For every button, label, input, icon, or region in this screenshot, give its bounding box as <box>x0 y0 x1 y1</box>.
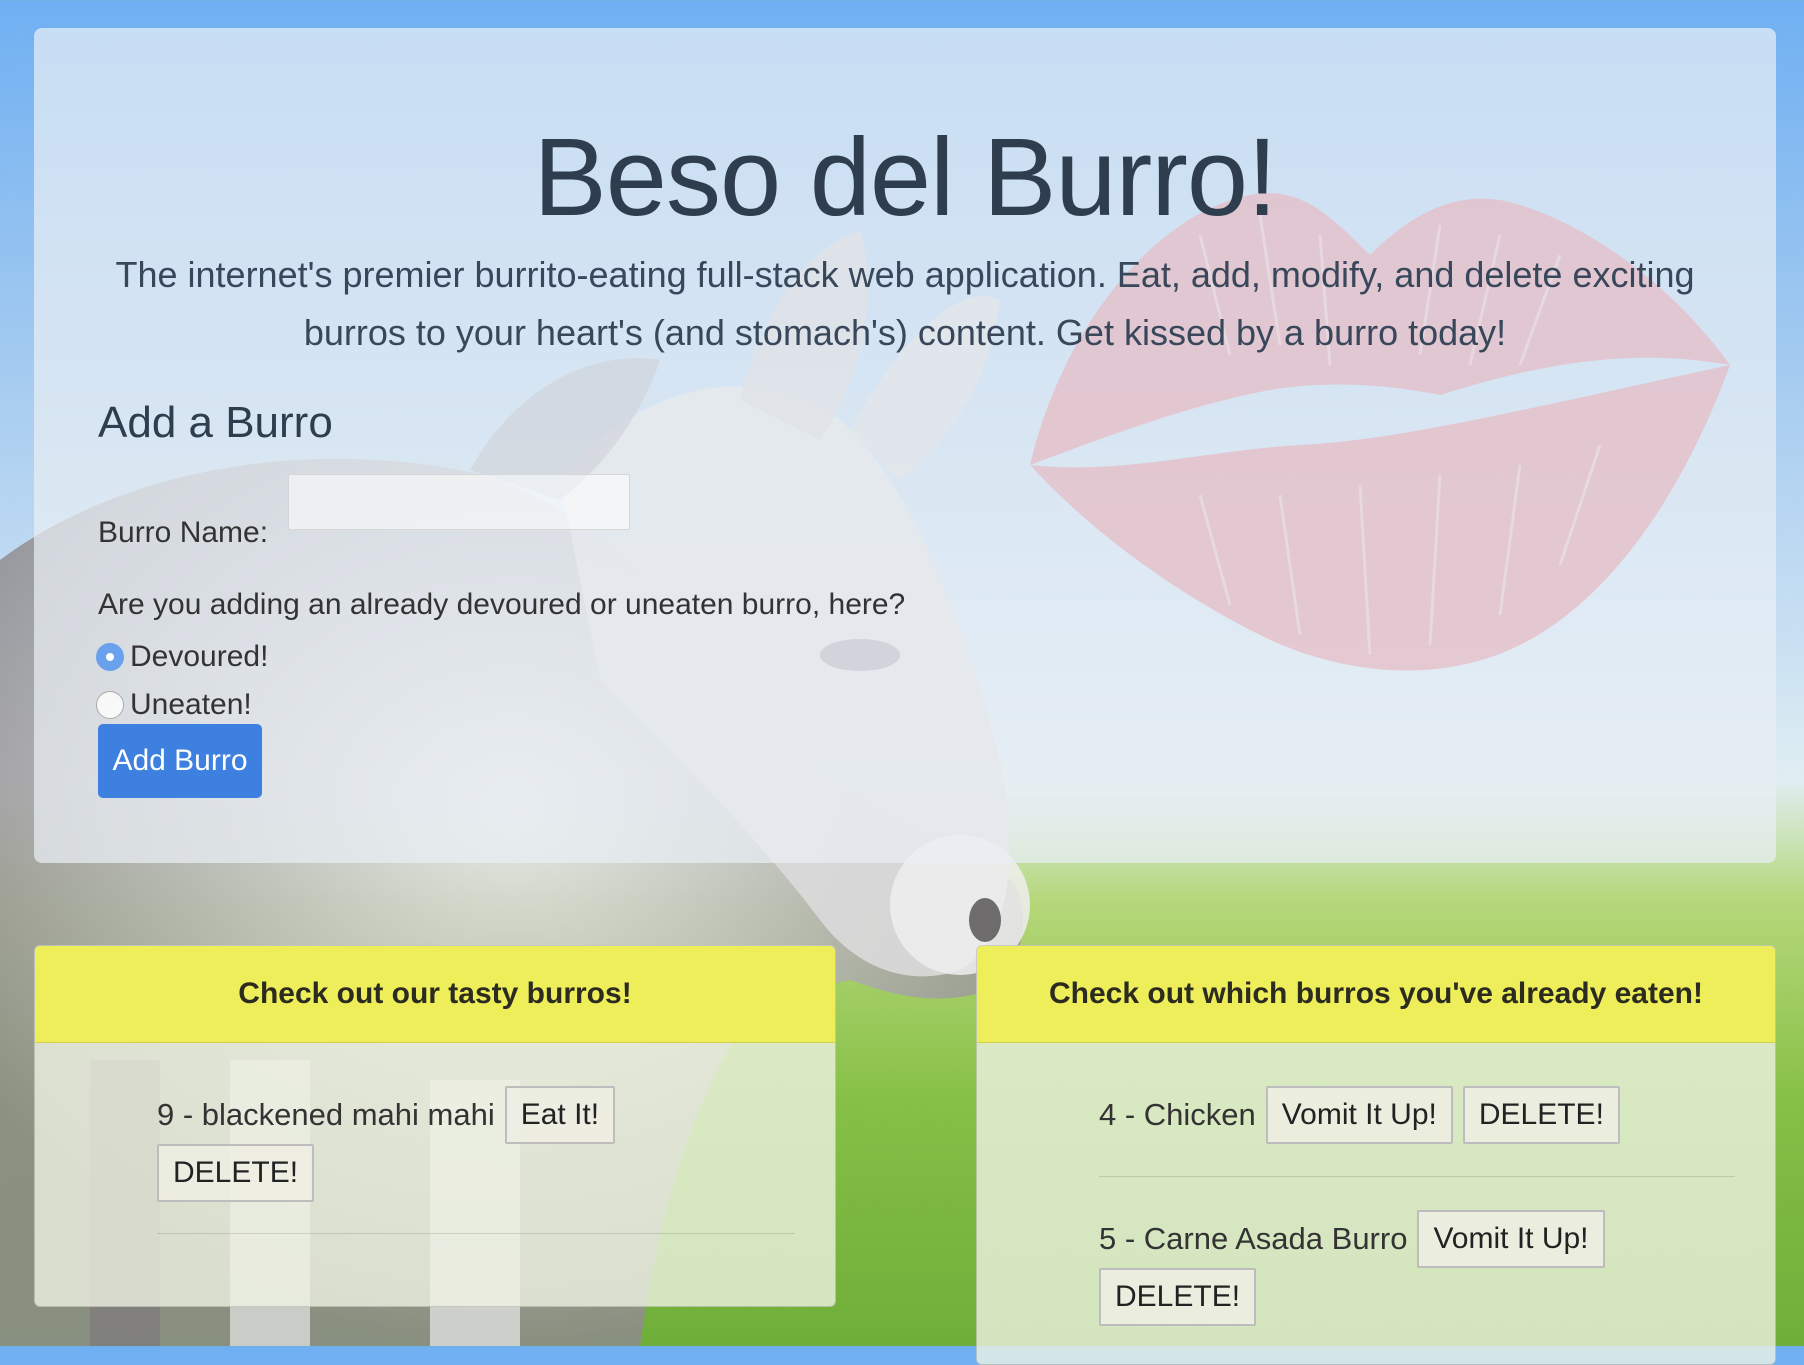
radio-devoured-label: Devoured! <box>130 640 269 673</box>
burro-name-input[interactable] <box>288 474 630 530</box>
vomit-it-up-button[interactable]: Vomit It Up! <box>1265 1086 1453 1144</box>
radio-option-devoured[interactable]: Devoured! <box>96 640 268 674</box>
add-burro-heading: Add a Burro <box>98 398 333 447</box>
uneaten-card-heading: Check out our tasty burros! <box>35 946 835 1043</box>
item-divider <box>157 1233 795 1234</box>
page-lead: The internet's premier burrito-eating fu… <box>115 254 1695 353</box>
eaten-card-heading: Check out which burros you've already ea… <box>977 946 1775 1043</box>
list-item: 9 - blackened mahi mahi Eat It! DELETE! <box>157 1086 616 1202</box>
delete-button[interactable]: DELETE! <box>157 1144 315 1202</box>
delete-button[interactable]: DELETE! <box>1462 1086 1620 1144</box>
jumbotron: Beso del Burro! The internet's premier b… <box>34 28 1776 863</box>
eaten-burros-card: Check out which burros you've already ea… <box>976 945 1776 1365</box>
radio-uneaten-label: Uneaten! <box>130 688 252 721</box>
page-title: Beso del Burro! <box>533 116 1277 239</box>
devoured-question: Are you adding an already devoured or un… <box>98 588 906 621</box>
add-burro-button[interactable]: Add Burro <box>98 724 262 798</box>
delete-button[interactable]: DELETE! <box>1099 1268 1257 1326</box>
radio-devoured[interactable] <box>96 643 124 671</box>
radio-uneaten[interactable] <box>96 691 124 719</box>
radio-option-uneaten[interactable]: Uneaten! <box>96 688 252 722</box>
item-divider <box>1099 1176 1735 1177</box>
burro-name-label: Burro Name: <box>98 516 269 549</box>
uneaten-burros-card: Check out our tasty burros! 9 - blackene… <box>34 945 836 1307</box>
burro-item-text: 9 - blackened mahi mahi <box>157 1097 495 1132</box>
list-item: 5 - Carne Asada Burro Vomit It Up! DELET… <box>1099 1210 1605 1326</box>
eat-it-button[interactable]: Eat It! <box>504 1086 616 1144</box>
vomit-it-up-button[interactable]: Vomit It Up! <box>1417 1210 1605 1268</box>
list-item: 4 - Chicken Vomit It Up! DELETE! <box>1099 1086 1620 1144</box>
burro-item-text: 4 - Chicken <box>1099 1097 1256 1132</box>
burro-item-text: 5 - Carne Asada Burro <box>1099 1221 1408 1256</box>
